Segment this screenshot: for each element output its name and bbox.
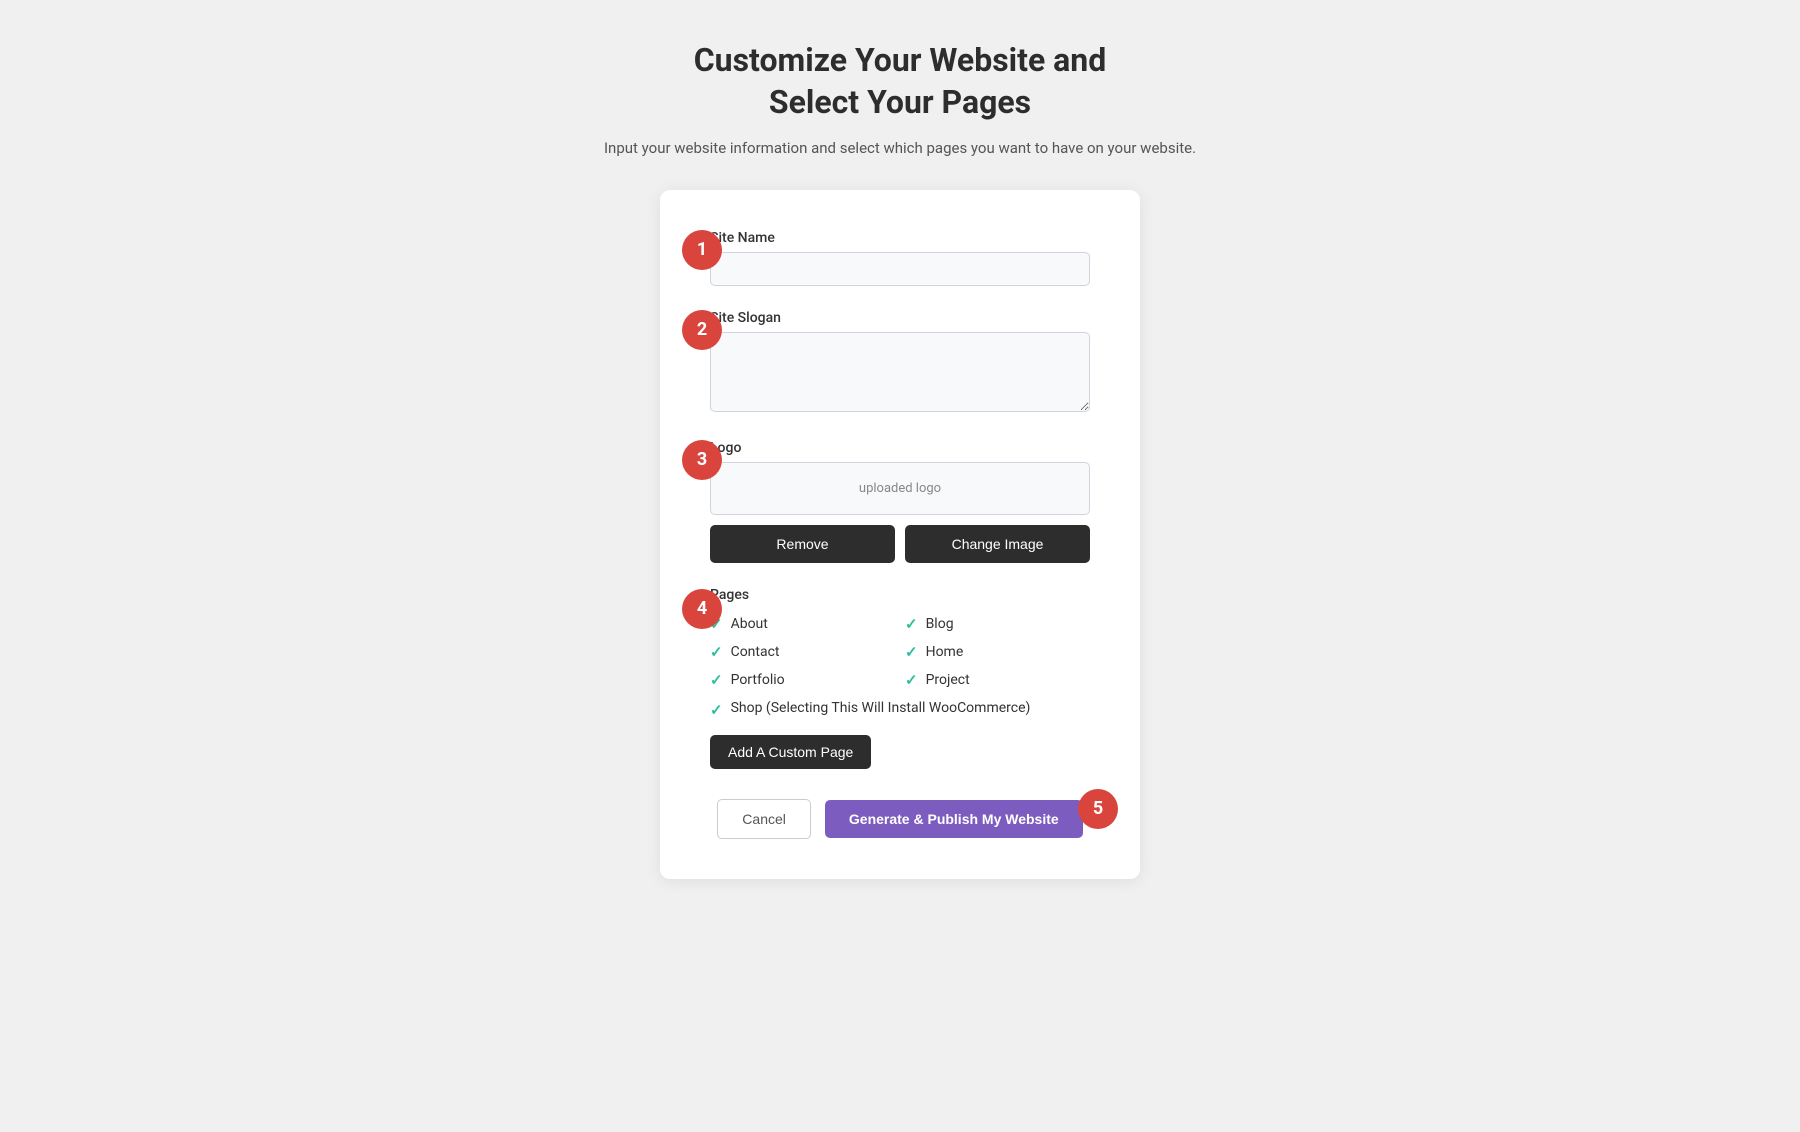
page-item-contact[interactable]: ✓ Contact	[710, 643, 895, 661]
site-name-input[interactable]	[710, 252, 1090, 286]
page-label-blog: Blog	[926, 616, 954, 632]
page-item-about[interactable]: ✓ About	[710, 615, 895, 633]
page-item-home[interactable]: ✓ Home	[905, 643, 1090, 661]
page-item-project[interactable]: ✓ Project	[905, 671, 1090, 689]
page-item-blog[interactable]: ✓ Blog	[905, 615, 1090, 633]
step-badge-1: 1	[682, 230, 722, 270]
form-card: 1 Site Name 2 Site Slogan 3 Logo uploade…	[660, 190, 1140, 879]
page-label-home: Home	[926, 644, 964, 660]
page-label-about: About	[731, 616, 768, 632]
step-badge-4: 4	[682, 589, 722, 629]
page-header: Customize Your Website and Select Your P…	[604, 40, 1196, 160]
site-name-field-group: 1 Site Name	[710, 230, 1090, 286]
add-custom-page-button[interactable]: Add A Custom Page	[710, 735, 871, 769]
check-icon-home: ✓	[905, 643, 918, 661]
remove-button[interactable]: Remove	[710, 525, 895, 563]
page-label-portfolio: Portfolio	[731, 672, 785, 688]
check-icon-project: ✓	[905, 671, 918, 689]
step-badge-5: 5	[1078, 789, 1118, 829]
logo-field-group: 3 Logo uploaded logo Remove Change Image	[710, 440, 1090, 563]
cancel-button[interactable]: Cancel	[717, 799, 811, 839]
step-badge-3: 3	[682, 440, 722, 480]
site-name-label: Site Name	[710, 230, 1090, 246]
check-icon-blog: ✓	[905, 615, 918, 633]
site-slogan-field-group: 2 Site Slogan	[710, 310, 1090, 416]
check-icon-portfolio: ✓	[710, 671, 723, 689]
logo-buttons: Remove Change Image	[710, 525, 1090, 563]
check-icon-contact: ✓	[710, 643, 723, 661]
site-slogan-input[interactable]	[710, 332, 1090, 412]
site-slogan-label: Site Slogan	[710, 310, 1090, 326]
change-image-button[interactable]: Change Image	[905, 525, 1090, 563]
page-label-contact: Contact	[731, 644, 780, 660]
pages-grid: ✓ About ✓ Blog ✓ Contact ✓ Home ✓ Portfo…	[710, 615, 1090, 689]
page-item-shop[interactable]: ✓ Shop (Selecting This Will Install WooC…	[710, 699, 1090, 719]
pages-label: Pages	[710, 587, 1090, 603]
page-title: Customize Your Website and Select Your P…	[604, 40, 1196, 123]
page-label-project: Project	[926, 672, 970, 688]
pages-section: 4 Pages ✓ About ✓ Blog ✓ Contact ✓ Home …	[710, 587, 1090, 769]
page-item-portfolio[interactable]: ✓ Portfolio	[710, 671, 895, 689]
logo-preview: uploaded logo	[710, 462, 1090, 515]
page-subtitle: Input your website information and selec…	[604, 137, 1196, 160]
step-badge-2: 2	[682, 310, 722, 350]
page-label-shop: Shop (Selecting This Will Install WooCom…	[731, 699, 1031, 719]
form-actions: Cancel Generate & Publish My Website 5	[710, 799, 1090, 839]
check-icon-shop: ✓	[710, 701, 723, 719]
logo-label: Logo	[710, 440, 1090, 456]
generate-button[interactable]: Generate & Publish My Website	[825, 800, 1083, 838]
